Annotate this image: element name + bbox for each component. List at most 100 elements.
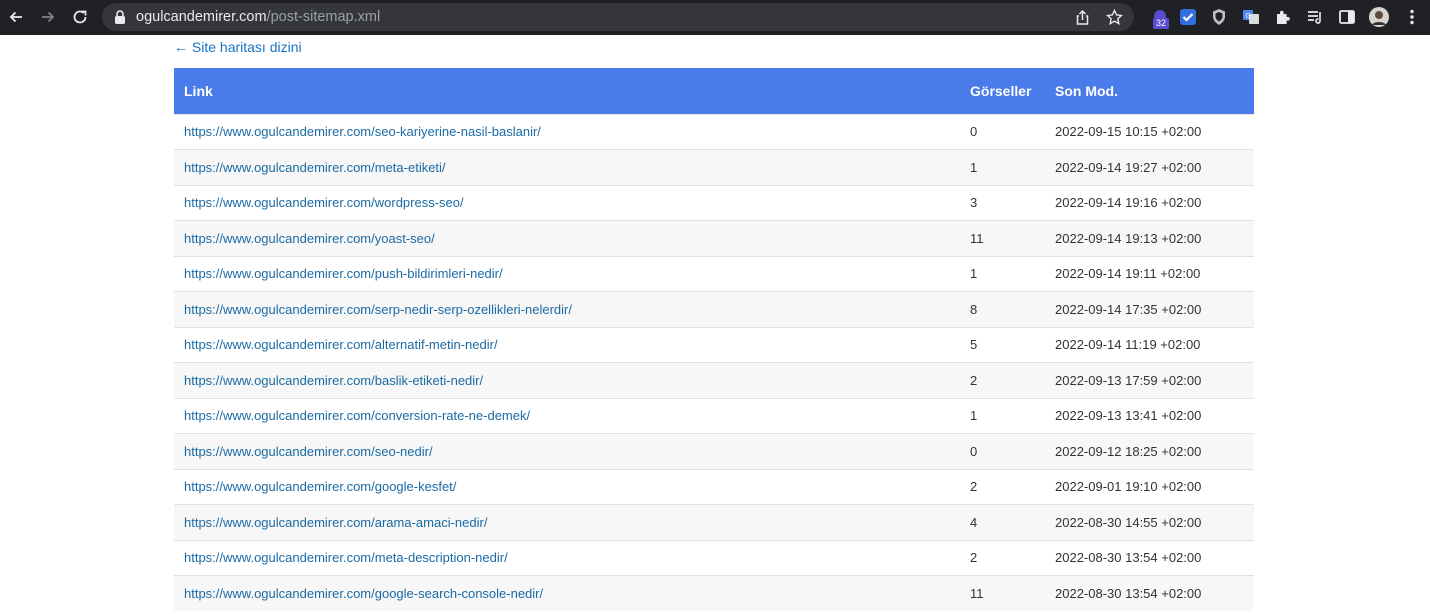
post-url-link[interactable]: https://www.ogulcandemirer.com/push-bild… — [184, 266, 503, 281]
shield-icon — [1213, 9, 1225, 25]
table-row: https://www.ogulcandemirer.com/serp-nedi… — [174, 291, 1254, 327]
table-row: https://www.ogulcandemirer.com/yoast-seo… — [174, 220, 1254, 256]
translate-icon: G — [1243, 10, 1259, 24]
post-url-link[interactable]: https://www.ogulcandemirer.com/seo-kariy… — [184, 124, 541, 139]
extension-shield[interactable] — [1209, 7, 1229, 27]
profile-avatar[interactable] — [1369, 7, 1389, 27]
last-modified-cell: 2022-09-14 11:19 +02:00 — [1045, 326, 1254, 363]
post-url-link[interactable]: https://www.ogulcandemirer.com/conversio… — [184, 408, 530, 423]
svg-text:G: G — [1245, 12, 1250, 20]
sitemap-index-link[interactable]: ← Site haritası dizini — [174, 39, 1254, 61]
last-modified-cell: 2022-08-30 13:54 +02:00 — [1045, 539, 1254, 576]
arrow-right-icon — [42, 11, 55, 23]
sitemap-table-body: https://www.ogulcandemirer.com/seo-kariy… — [174, 113, 1254, 611]
last-modified-cell: 2022-09-14 19:27 +02:00 — [1045, 149, 1254, 185]
back-button[interactable] — [6, 7, 26, 27]
table-row: https://www.ogulcandemirer.com/meta-etik… — [174, 149, 1254, 185]
table-row: https://www.ogulcandemirer.com/arama-ama… — [174, 504, 1254, 540]
post-url-link[interactable]: https://www.ogulcandemirer.com/yoast-seo… — [184, 231, 435, 246]
link-cell: https://www.ogulcandemirer.com/serp-nedi… — [174, 291, 962, 327]
last-modified-cell: 2022-09-13 13:41 +02:00 — [1045, 397, 1254, 434]
post-url-link[interactable]: https://www.ogulcandemirer.com/meta-etik… — [184, 160, 446, 175]
more-vert-icon — [1410, 9, 1414, 25]
side-panel-icon — [1339, 10, 1355, 24]
link-cell: https://www.ogulcandemirer.com/seo-nedir… — [174, 433, 962, 469]
link-cell: https://www.ogulcandemirer.com/wordpress… — [174, 184, 962, 221]
link-cell: https://www.ogulcandemirer.com/seo-kariy… — [174, 113, 962, 150]
image-count-cell: 2 — [962, 468, 1045, 505]
arrow-left-icon — [9, 11, 22, 23]
image-count-cell: 1 — [962, 149, 1045, 185]
reading-list[interactable] — [1305, 7, 1325, 27]
link-cell: https://www.ogulcandemirer.com/google-se… — [174, 575, 962, 611]
image-count-cell: 11 — [962, 220, 1045, 256]
reload-button[interactable] — [70, 7, 90, 27]
post-url-link[interactable]: https://www.ogulcandemirer.com/alternati… — [184, 337, 498, 352]
side-panel-button[interactable] — [1337, 7, 1357, 27]
extension-translate[interactable]: G — [1241, 7, 1261, 27]
sitemap-page: ← Site haritası dizini Link Görseller So… — [174, 35, 1254, 611]
avatar-icon — [1369, 7, 1389, 27]
post-url-link[interactable]: https://www.ogulcandemirer.com/meta-desc… — [184, 550, 508, 565]
table-row: https://www.ogulcandemirer.com/meta-desc… — [174, 539, 1254, 576]
address-bar[interactable]: ogulcandemirer.com/post-sitemap.xml — [102, 3, 1134, 31]
check-icon — [1180, 9, 1196, 25]
last-modified-cell: 2022-09-14 17:35 +02:00 — [1045, 291, 1254, 327]
image-count-cell: 0 — [962, 433, 1045, 469]
table-row: https://www.ogulcandemirer.com/seo-kariy… — [174, 113, 1254, 150]
share-icon[interactable] — [1074, 9, 1091, 26]
last-modified-cell: 2022-09-14 19:13 +02:00 — [1045, 220, 1254, 256]
image-count-cell: 1 — [962, 255, 1045, 292]
extension-badge: 32 — [1153, 18, 1170, 29]
column-header-link: Link — [174, 68, 962, 114]
table-row: https://www.ogulcandemirer.com/seo-nedir… — [174, 433, 1254, 469]
last-modified-cell: 2022-08-30 13:54 +02:00 — [1045, 575, 1254, 611]
table-header-row: Link Görseller Son Mod. — [174, 68, 1254, 114]
link-cell: https://www.ogulcandemirer.com/meta-etik… — [174, 149, 962, 185]
reload-icon — [73, 10, 87, 24]
image-count-cell: 0 — [962, 113, 1045, 150]
extensions-menu[interactable] — [1273, 7, 1293, 27]
image-count-cell: 8 — [962, 291, 1045, 327]
last-modified-cell: 2022-09-01 19:10 +02:00 — [1045, 468, 1254, 505]
link-cell: https://www.ogulcandemirer.com/alternati… — [174, 326, 962, 363]
post-url-link[interactable]: https://www.ogulcandemirer.com/baslik-et… — [184, 373, 483, 388]
image-count-cell: 5 — [962, 326, 1045, 363]
post-url-link[interactable]: https://www.ogulcandemirer.com/wordpress… — [184, 195, 464, 210]
table-row: https://www.ogulcandemirer.com/alternati… — [174, 326, 1254, 363]
url-path: /post-sitemap.xml — [266, 9, 381, 25]
lock-icon — [115, 10, 125, 24]
bookmark-star-icon[interactable] — [1106, 9, 1123, 26]
sitemap-table: Link Görseller Son Mod. https://www.ogul… — [174, 68, 1254, 611]
last-modified-cell: 2022-08-30 14:55 +02:00 — [1045, 504, 1254, 540]
column-header-images: Görseller — [962, 68, 1045, 114]
url-text: ogulcandemirer.com/post-sitemap.xml — [136, 9, 380, 25]
url-host: ogulcandemirer.com — [136, 9, 267, 25]
post-url-link[interactable]: https://www.ogulcandemirer.com/google-se… — [184, 586, 543, 601]
post-url-link[interactable]: https://www.ogulcandemirer.com/serp-nedi… — [184, 302, 572, 317]
last-modified-cell: 2022-09-14 19:11 +02:00 — [1045, 255, 1254, 292]
forward-button[interactable] — [38, 7, 58, 27]
link-cell: https://www.ogulcandemirer.com/yoast-seo… — [174, 220, 962, 256]
table-row: https://www.ogulcandemirer.com/google-se… — [174, 575, 1254, 611]
link-cell: https://www.ogulcandemirer.com/arama-ama… — [174, 504, 962, 540]
table-row: https://www.ogulcandemirer.com/baslik-et… — [174, 362, 1254, 398]
image-count-cell: 4 — [962, 504, 1045, 540]
post-url-link[interactable]: https://www.ogulcandemirer.com/seo-nedir… — [184, 444, 433, 459]
last-modified-cell: 2022-09-15 10:15 +02:00 — [1045, 113, 1254, 150]
extension-check[interactable] — [1178, 7, 1198, 27]
image-count-cell: 1 — [962, 397, 1045, 434]
last-modified-cell: 2022-09-14 19:16 +02:00 — [1045, 184, 1254, 221]
image-count-cell: 2 — [962, 539, 1045, 576]
post-url-link[interactable]: https://www.ogulcandemirer.com/google-ke… — [184, 479, 456, 494]
link-cell: https://www.ogulcandemirer.com/baslik-et… — [174, 362, 962, 398]
browser-menu-button[interactable] — [1402, 7, 1422, 27]
reading-list-icon — [1308, 11, 1321, 24]
post-url-link[interactable]: https://www.ogulcandemirer.com/arama-ama… — [184, 515, 487, 530]
image-count-cell: 3 — [962, 184, 1045, 221]
table-row: https://www.ogulcandemirer.com/conversio… — [174, 397, 1254, 434]
table-row: https://www.ogulcandemirer.com/google-ke… — [174, 468, 1254, 505]
last-modified-cell: 2022-09-12 18:25 +02:00 — [1045, 433, 1254, 469]
column-header-last-modified: Son Mod. — [1045, 68, 1254, 114]
last-modified-cell: 2022-09-13 17:59 +02:00 — [1045, 362, 1254, 398]
